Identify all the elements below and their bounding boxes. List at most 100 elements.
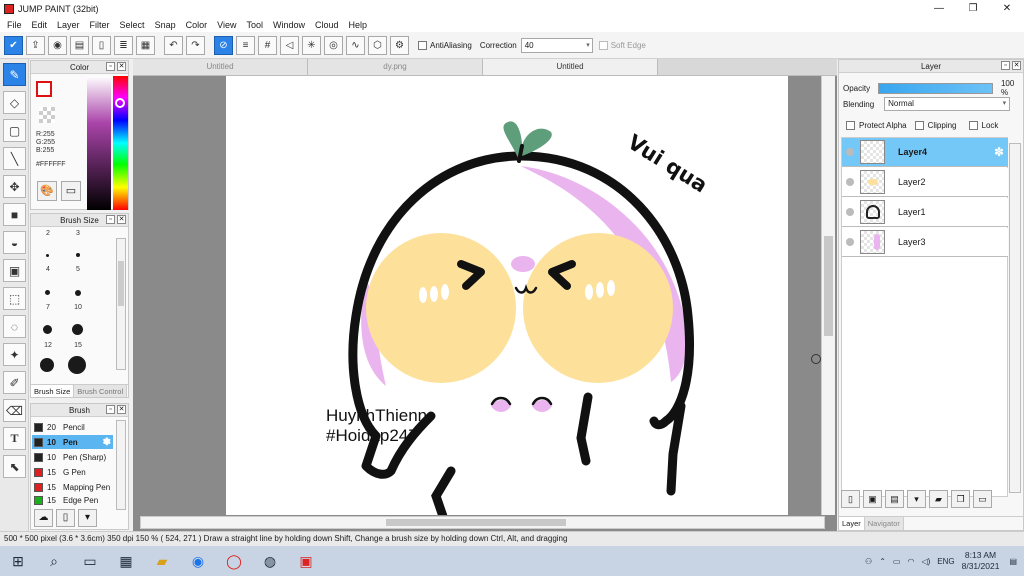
redo-icon[interactable]: ↷: [186, 35, 205, 55]
fill-rect-tool-icon[interactable]: ■: [3, 203, 26, 226]
rect-select-tool-icon[interactable]: ▢: [3, 119, 26, 142]
tray-chevron-icon[interactable]: ⌃: [879, 557, 886, 566]
snap-settings-icon[interactable]: ⚙: [390, 35, 409, 55]
layer-menu-icon[interactable]: ▾: [907, 490, 926, 508]
language-indicator[interactable]: ENG: [937, 557, 954, 566]
cloud-sync-icon[interactable]: ✔: [4, 35, 23, 55]
snap-perspective-icon[interactable]: ◁: [280, 35, 299, 55]
palette-icon[interactable]: 🎨: [37, 181, 57, 201]
export-icon[interactable]: ⇪: [26, 35, 45, 55]
menu-file[interactable]: File: [2, 20, 27, 30]
brush-dot[interactable]: [40, 358, 54, 372]
magic-wand-tool-icon[interactable]: ✦: [3, 343, 26, 366]
hue-slider[interactable]: [113, 76, 128, 210]
snap-shape-icon[interactable]: ⬡: [368, 35, 387, 55]
layer-row[interactable]: Layer3: [842, 228, 1008, 257]
volume-icon[interactable]: ◁): [921, 557, 930, 566]
snap-curve-icon[interactable]: ∿: [346, 35, 365, 55]
gradient-tool-icon[interactable]: ▣: [3, 259, 26, 282]
brush-dot[interactable]: [68, 356, 86, 374]
panel-float-icon[interactable]: ▫: [1001, 61, 1010, 70]
drawing-canvas[interactable]: HuynhThienn #Hoidap247 Vui qua: [226, 76, 788, 536]
brush-item[interactable]: 15 Edge Pen: [32, 495, 113, 505]
brush-item[interactable]: 15 G Pen: [32, 465, 113, 479]
zalo-icon[interactable]: ◉: [180, 546, 216, 576]
snap-circle-icon[interactable]: ◎: [324, 35, 343, 55]
new-brush-icon[interactable]: ▯: [56, 509, 75, 527]
move-tool-icon[interactable]: ✥: [3, 175, 26, 198]
menu-color[interactable]: Color: [181, 20, 213, 30]
panel-close-icon[interactable]: ✕: [117, 62, 126, 71]
new-halftone-layer-icon[interactable]: ▣: [863, 490, 882, 508]
lasso-tool-icon[interactable]: ◌: [3, 315, 26, 338]
task-view-icon[interactable]: ▭: [72, 546, 108, 576]
document-tab[interactable]: Untitled: [133, 59, 308, 75]
panel-close-icon[interactable]: ✕: [1012, 61, 1021, 70]
snap-radial-icon[interactable]: ✳: [302, 35, 321, 55]
eraser-tool-icon[interactable]: ◇: [3, 91, 26, 114]
windows-start-icon[interactable]: ⊞: [0, 546, 36, 576]
brush-size-3[interactable]: 3: [63, 230, 93, 237]
layer-visibility-toggle[interactable]: [846, 208, 854, 216]
new-8bit-layer-icon[interactable]: ▤: [885, 490, 904, 508]
document-tab-active[interactable]: Untitled: [483, 59, 658, 75]
panel-close-icon[interactable]: ✕: [117, 405, 126, 414]
widgets-icon[interactable]: ▦: [108, 546, 144, 576]
layer-settings-gear-icon[interactable]: ✽: [994, 145, 1004, 159]
grid-settings-icon[interactable]: ▦: [136, 35, 155, 55]
brush-size-15[interactable]: 15: [63, 342, 93, 349]
select-eraser-tool-icon[interactable]: ⌫: [3, 399, 26, 422]
brush-tool-icon[interactable]: ✎: [3, 63, 26, 86]
notifications-icon[interactable]: ▤: [1009, 557, 1017, 566]
new-layer-icon[interactable]: ▯: [841, 490, 860, 508]
page-icon[interactable]: ▯: [92, 35, 111, 55]
brush-dot[interactable]: [46, 254, 49, 257]
transfer-layer-icon[interactable]: ▭: [973, 490, 992, 508]
brush-item[interactable]: 20 Pencil: [32, 420, 113, 434]
minimize-button[interactable]: —: [922, 0, 956, 17]
clock[interactable]: 8:13 AM 8/31/2021: [962, 550, 1000, 572]
brush-item[interactable]: 10 Pen (Sharp): [32, 450, 113, 464]
close-button[interactable]: ✕: [990, 0, 1024, 17]
tab-layer[interactable]: Layer: [839, 517, 865, 530]
operation-tool-icon[interactable]: ⬉: [3, 455, 26, 478]
menu-window[interactable]: Window: [268, 20, 310, 30]
restore-button[interactable]: ❐: [956, 0, 990, 17]
panel-close-icon[interactable]: ✕: [117, 215, 126, 224]
brush-menu-icon[interactable]: ▾: [78, 509, 97, 527]
undo-icon[interactable]: ↶: [164, 35, 183, 55]
menu-tool[interactable]: Tool: [241, 20, 268, 30]
brush-list-scrollbar[interactable]: [116, 420, 126, 510]
layer-visibility-toggle[interactable]: [846, 238, 854, 246]
panel-toggle-icon[interactable]: ▤: [70, 35, 89, 55]
brush-dot[interactable]: [75, 290, 81, 296]
layer-list-scrollbar[interactable]: [1009, 143, 1021, 493]
comment-icon[interactable]: ◉: [48, 35, 67, 55]
brush-dot[interactable]: [72, 324, 83, 335]
brush-size-10[interactable]: 10: [63, 304, 93, 311]
new-folder-icon[interactable]: ▰: [929, 490, 948, 508]
document-list-icon[interactable]: ≣: [114, 35, 133, 55]
snap-parallel-icon[interactable]: ≡: [236, 35, 255, 55]
saturation-brightness-picker[interactable]: [87, 76, 111, 210]
canvas-horizontal-scrollbar[interactable]: [140, 516, 825, 529]
layer-row[interactable]: Layer1: [842, 198, 1008, 227]
search-icon[interactable]: ⌕: [36, 546, 72, 576]
tab-navigator[interactable]: Navigator: [864, 517, 904, 530]
menu-help[interactable]: Help: [344, 20, 373, 30]
blending-select[interactable]: Normal: [884, 97, 1011, 111]
duplicate-layer-icon[interactable]: ❐: [951, 490, 970, 508]
line-tool-icon[interactable]: ╲: [3, 147, 26, 170]
menu-snap[interactable]: Snap: [150, 20, 181, 30]
brush-size-5[interactable]: 5: [63, 266, 93, 273]
snap-grid-icon[interactable]: #: [258, 35, 277, 55]
transparent-color-swatch[interactable]: [39, 107, 55, 123]
menu-select[interactable]: Select: [115, 20, 150, 30]
layer-row[interactable]: Layer2: [842, 168, 1008, 197]
layer-visibility-toggle[interactable]: [846, 178, 854, 186]
panel-float-icon[interactable]: ▫: [106, 405, 115, 414]
opera-icon[interactable]: ◯: [216, 546, 252, 576]
file-explorer-icon[interactable]: ▰: [144, 546, 180, 576]
brush-item[interactable]: 15 Mapping Pen: [32, 480, 113, 494]
tab-brush-size[interactable]: Brush Size: [31, 385, 75, 397]
